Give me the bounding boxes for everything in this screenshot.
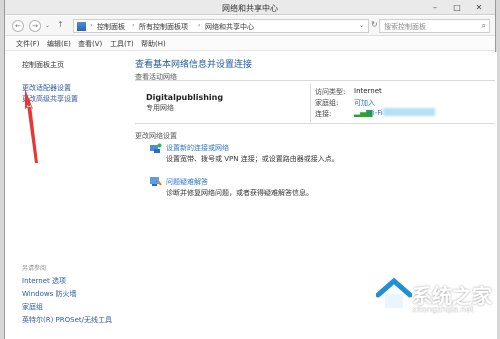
- window-controls: – □ ✕: [425, 1, 489, 13]
- maximize-button[interactable]: □: [447, 1, 467, 13]
- address-dropdown-icon[interactable]: ⌄: [359, 22, 364, 29]
- menu-bar: 文件(F) 编辑(E) 查看(V) 工具(T) 帮助(H): [5, 37, 495, 51]
- title-bar: 网络和共享中心 – □ ✕: [5, 0, 495, 15]
- homegroup-label: 家庭组:: [315, 99, 339, 107]
- access-type-label: 访问类型:: [315, 88, 346, 96]
- windows-firewall-link[interactable]: Windows 防火墙: [22, 289, 76, 299]
- change-network-settings-label: 更改网络设置: [135, 132, 177, 140]
- internet-options-link[interactable]: Internet 选项: [22, 276, 66, 286]
- setup-new-connection-link[interactable]: 设置新的连接或网络: [166, 143, 229, 153]
- troubleshoot-description: 诊断并修复网络问题，或者获得疑难解答信息。: [166, 189, 313, 197]
- up-arrow-icon[interactable]: ↑: [57, 20, 64, 29]
- control-panel-home-link[interactable]: 控制面板主页: [22, 60, 64, 70]
- refresh-icon[interactable]: ↻: [371, 20, 378, 29]
- wifi-connection-link[interactable]: Wi-Fi: [366, 109, 383, 117]
- setup-new-connection-description: 设置宽带、拨号或 VPN 连接；或设置路由器或接入点。: [166, 155, 339, 163]
- troubleshoot-icon: [150, 177, 162, 186]
- divider: [135, 123, 495, 124]
- network-name: Digitalpublishing: [146, 93, 224, 102]
- divider: [135, 80, 495, 81]
- change-adapter-settings-link[interactable]: 更改适配器设置: [22, 83, 71, 93]
- close-button[interactable]: ✕: [469, 1, 489, 13]
- window-title: 网络和共享中心: [222, 4, 278, 13]
- troubleshoot-link[interactable]: 问题疑难解答: [166, 177, 208, 187]
- search-placeholder: 搜索控制面板: [384, 23, 426, 31]
- breadcrumb-network-center[interactable]: 网络和共享中心: [205, 22, 254, 32]
- breadcrumb[interactable]: › 控制面板 › 所有控制面板项 › 网络和共享中心 ⌄: [73, 19, 369, 33]
- watermark-domain: xitongzhijia.net: [412, 305, 474, 314]
- minimize-button[interactable]: –: [425, 1, 445, 13]
- redacted-network-detail: [383, 108, 435, 116]
- network-type[interactable]: 专用网络: [146, 103, 174, 113]
- menu-help[interactable]: 帮助(H): [141, 39, 166, 49]
- search-icon[interactable]: ⌕: [482, 21, 486, 31]
- menu-file[interactable]: 文件(F): [16, 39, 40, 49]
- homegroup-join-link[interactable]: 可加入: [354, 98, 375, 108]
- access-type-value: Internet: [354, 87, 382, 95]
- back-arrow-icon[interactable]: ←: [12, 20, 24, 32]
- menu-edit[interactable]: 编辑(E): [47, 39, 71, 49]
- breadcrumb-all-items[interactable]: 所有控制面板项: [139, 22, 188, 32]
- breadcrumb-separator-icon: ›: [198, 22, 201, 29]
- house-logo-icon: [376, 277, 412, 310]
- forward-arrow-icon[interactable]: →: [29, 20, 41, 32]
- change-advanced-sharing-link[interactable]: 更改高级共享设置: [22, 94, 78, 104]
- page-title: 查看基本网络信息并设置连接: [135, 60, 253, 70]
- homegroup-link[interactable]: 家庭组: [22, 302, 43, 312]
- search-input[interactable]: 搜索控制面板 ⌕: [379, 19, 490, 33]
- sidebar: 控制面板主页 更改适配器设置 更改高级共享设置 另请参阅 Internet 选项…: [5, 52, 121, 339]
- intel-proset-link[interactable]: 英特尔(R) PROSet/无线工具: [22, 315, 112, 325]
- see-also-label: 另请参阅: [22, 265, 47, 272]
- menu-tools[interactable]: 工具(T): [110, 39, 134, 49]
- menu-view[interactable]: 查看(V): [78, 39, 102, 49]
- breadcrumb-separator-icon: ›: [90, 22, 93, 29]
- vertical-divider: [310, 84, 311, 122]
- control-panel-icon: [77, 22, 86, 31]
- address-bar: ← → ⌄ ↑ › 控制面板 › 所有控制面板项 › 网络和共享中心 ⌄ ↻ 搜…: [5, 16, 495, 36]
- new-connection-icon: [150, 143, 162, 153]
- connection-label: 连接:: [315, 110, 332, 118]
- breadcrumb-control-panel[interactable]: 控制面板: [97, 22, 125, 32]
- network-sharing-center-window: 网络和共享中心 – □ ✕ ← → ⌄ ↑ › 控制面板 › 所有控制面板项 ›…: [4, 0, 497, 339]
- breadcrumb-separator-icon: ›: [132, 22, 135, 29]
- history-chevron-icon[interactable]: ⌄: [45, 22, 50, 29]
- watermark: 系统之家 xitongzhijia.net: [376, 275, 500, 339]
